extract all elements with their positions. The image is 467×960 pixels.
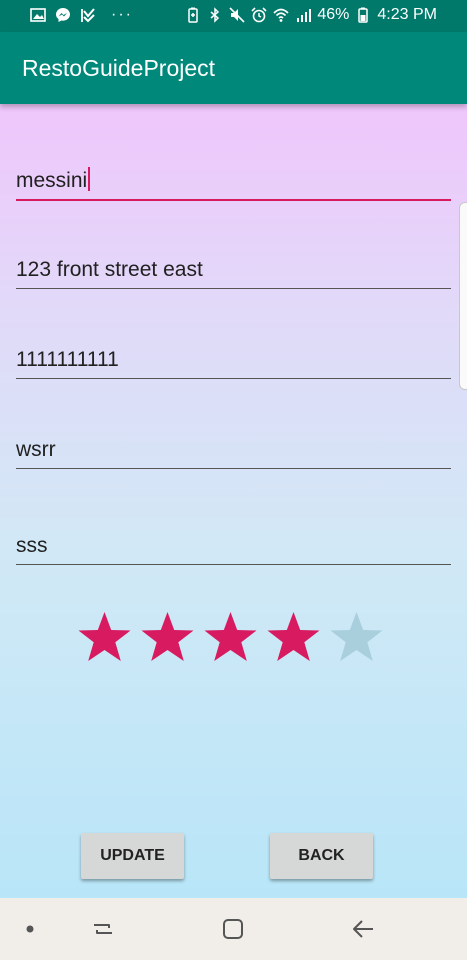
gallery-icon	[30, 7, 46, 23]
clock: 4:23 PM	[377, 6, 437, 23]
name-field-value: messini	[16, 167, 91, 193]
back-button[interactable]: BACK	[270, 833, 373, 879]
check-flag-icon	[80, 7, 96, 23]
star-icon[interactable]	[140, 611, 195, 663]
update-button[interactable]: UPDATE	[81, 833, 184, 879]
address-field[interactable]: 123 front street east	[16, 252, 451, 289]
rating-bar[interactable]	[77, 611, 384, 663]
restaurant-edit-form: messini 123 front street east 1111111111…	[0, 104, 467, 898]
star-icon[interactable]	[266, 611, 321, 663]
phone-field-value: 1111111111	[16, 348, 119, 371]
app-title: RestoGuideProject	[22, 55, 216, 81]
more-notifications-icon: ···	[111, 6, 133, 23]
nav-dot-icon[interactable]	[17, 916, 43, 942]
app-bar: RestoGuideProject	[0, 32, 467, 104]
tags-field[interactable]: sss	[16, 528, 451, 565]
star-icon[interactable]	[329, 611, 384, 663]
battery-icon	[355, 7, 371, 23]
status-notifications: ···	[30, 7, 133, 23]
mute-icon	[229, 7, 245, 23]
name-field[interactable]: messini	[16, 163, 451, 201]
navigation-bar	[0, 898, 467, 960]
text-cursor	[88, 167, 91, 191]
tags-field-value: sss	[16, 534, 48, 557]
battery-percent: 46%	[317, 6, 350, 23]
bluetooth-icon	[207, 7, 223, 23]
battery-saver-icon	[185, 7, 201, 23]
description-field-value: wsrr	[16, 438, 56, 461]
star-icon[interactable]	[203, 611, 258, 663]
status-system: 46% 4:23 PM	[185, 6, 437, 24]
description-field[interactable]: wsrr	[16, 432, 451, 469]
signal-icon	[295, 7, 312, 23]
phone-field[interactable]: 1111111111	[16, 342, 451, 379]
address-field-value: 123 front street east	[16, 258, 203, 281]
recent-apps-icon[interactable]	[90, 916, 116, 942]
star-icon[interactable]	[77, 611, 132, 663]
back-arrow-icon[interactable]	[351, 916, 377, 942]
home-icon[interactable]	[220, 916, 246, 942]
alarm-icon	[251, 7, 267, 23]
status-bar: ··· 46% 4:23 PM	[0, 0, 467, 32]
messenger-icon	[55, 7, 71, 23]
wifi-icon	[273, 7, 289, 23]
edge-panel-handle[interactable]	[459, 202, 467, 390]
